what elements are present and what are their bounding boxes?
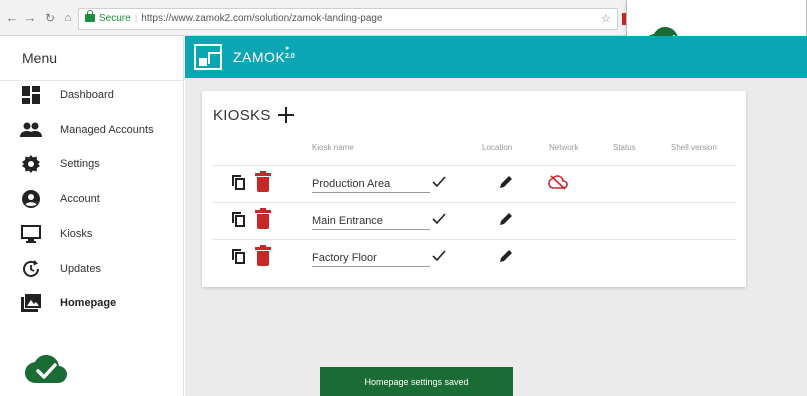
sidebar-item-kiosks[interactable]: Kiosks [20, 222, 180, 246]
check-icon[interactable] [432, 175, 446, 189]
kiosks-card: KIOSKS Kiosk name Location Network Statu… [202, 91, 746, 287]
delete-icon[interactable] [255, 245, 271, 267]
sidebar-item-label: Account [60, 193, 100, 205]
address-bar[interactable]: Secure | https://www.zamok2.com/solution/z… [78, 8, 618, 30]
sidebar-item-label: Updates [60, 263, 101, 275]
account-circle-icon [20, 189, 42, 209]
copy-icon[interactable] [232, 249, 246, 265]
sidebar-item-label: Kiosks [60, 228, 93, 240]
kiosk-name-input[interactable] [312, 175, 430, 193]
sidebar-item-updates[interactable]: Updates [20, 257, 180, 281]
sidebar-item-label: Homepage [60, 297, 117, 309]
sidebar-item-label: Managed Accounts [60, 124, 154, 136]
gear-icon [20, 154, 42, 174]
snackbar-toast: Homepage settings saved [320, 367, 513, 396]
kiosk-name-input[interactable] [312, 212, 430, 230]
menu-title: Menu [22, 50, 58, 66]
sidebar-item-label: Settings [60, 158, 100, 170]
column-header-name: Kiosk name [312, 143, 354, 152]
kiosks-title: KIOSKS [213, 107, 271, 124]
monitor-icon [20, 224, 42, 244]
copy-icon[interactable] [232, 175, 246, 191]
column-header-status: Status [613, 143, 636, 152]
add-kiosk-button[interactable] [278, 107, 294, 123]
edit-location-icon[interactable] [498, 211, 514, 227]
sidebar-item-label: Dashboard [60, 89, 114, 101]
table-row [202, 203, 746, 239]
sidebar-item-homepage[interactable]: Homepage [20, 291, 180, 315]
secure-label: Secure [99, 13, 131, 24]
reload-icon[interactable]: ↻ [42, 10, 58, 26]
table-row [202, 240, 746, 276]
logo-icon [194, 44, 222, 70]
check-icon[interactable] [432, 249, 446, 263]
column-header-network: Network [549, 143, 579, 152]
cloud-off-icon [548, 175, 568, 190]
home-icon[interactable]: ⌂ [60, 10, 76, 26]
column-header-location: Location [482, 143, 513, 152]
bookmark-star-icon[interactable]: ☆ [601, 9, 611, 29]
back-icon[interactable]: ← [4, 10, 20, 26]
menu-divider [0, 80, 184, 81]
copy-icon[interactable] [232, 212, 246, 228]
dashboard-icon [20, 85, 42, 105]
edit-location-icon[interactable] [498, 248, 514, 264]
sidebar-item-dashboard[interactable]: Dashboard [20, 83, 180, 107]
main-content: ZAMOK ● 2.0 KIOSKS Kiosk name Location Ne… [185, 36, 807, 396]
brand-name: ZAMOK [233, 49, 286, 65]
brand-version-text: 2.0 [285, 53, 295, 60]
lock-icon [85, 10, 95, 22]
check-icon[interactable] [432, 212, 446, 226]
app-header: ZAMOK ● 2.0 [185, 36, 807, 78]
image-icon [20, 293, 42, 313]
sidebar-item-settings[interactable]: Settings [20, 152, 180, 176]
cloud-check-icon [25, 355, 67, 383]
sidebar: Menu Dashboard Managed Accounts Settings… [0, 36, 184, 396]
edit-location-icon[interactable] [498, 174, 514, 190]
kiosk-name-input[interactable] [312, 249, 430, 267]
sidebar-item-account[interactable]: Account [20, 187, 180, 211]
delete-icon[interactable] [255, 171, 271, 193]
brand-version: ● 2.0 [285, 45, 295, 60]
sidebar-item-managed-accounts[interactable]: Managed Accounts [20, 118, 180, 142]
delete-icon[interactable] [255, 208, 271, 230]
column-header-shell-version: Shell version [671, 143, 717, 152]
forward-icon[interactable]: → [22, 10, 38, 26]
table-row [202, 166, 746, 202]
people-icon [20, 120, 42, 140]
url-text: https://www.zamok2.com/solution/zamok-la… [141, 13, 383, 24]
updates-icon [20, 259, 42, 279]
